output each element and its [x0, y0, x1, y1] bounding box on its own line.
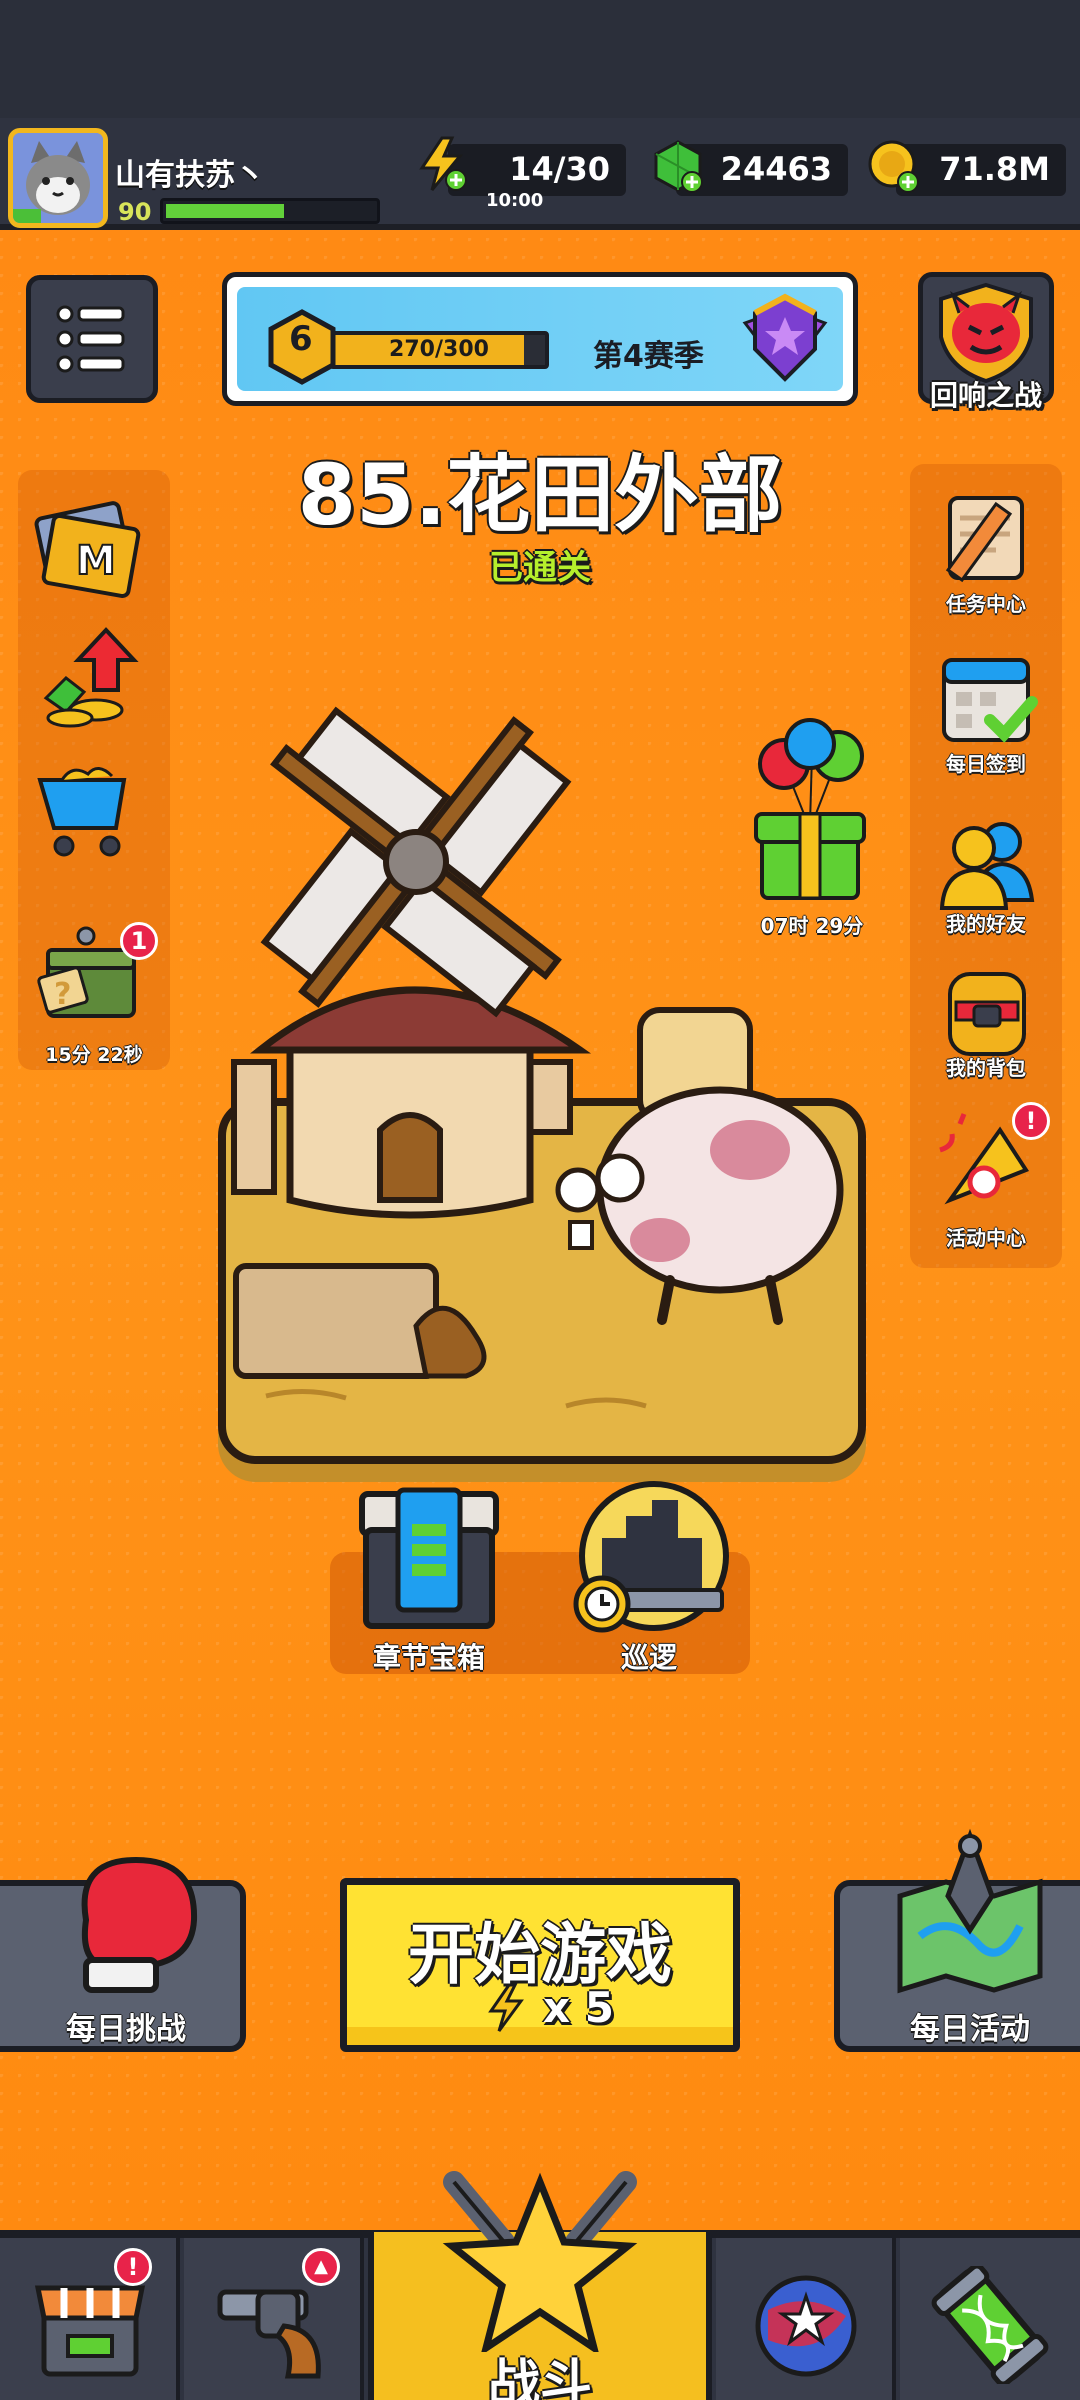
- season-panel[interactable]: 270/300 6 第4赛季: [222, 272, 858, 406]
- revolver-icon: [217, 2289, 321, 2379]
- energy-cost-icon: [488, 1983, 524, 2032]
- gold-coin-icon[interactable]: [866, 138, 922, 194]
- energy-timer: 10:00: [486, 190, 544, 211]
- green-gem-icon[interactable]: [650, 138, 706, 194]
- energy-value: 14/30: [509, 150, 610, 188]
- cart-icon[interactable]: [32, 760, 142, 870]
- bottom-nav: ! ▲ 战斗: [0, 2171, 1080, 2400]
- activity-center-badge: !: [1012, 1102, 1050, 1140]
- nav-battle-label: 战斗: [487, 2355, 592, 2400]
- chapter-chest-label: 章节宝箱: [372, 1641, 485, 1674]
- calendar-check-icon[interactable]: [932, 644, 1042, 754]
- list-menu-icon: [56, 305, 125, 373]
- patrol-label: 巡逻: [620, 1641, 677, 1674]
- player-avatar[interactable]: [8, 128, 108, 228]
- nav-battle[interactable]: 战斗: [368, 2171, 712, 2400]
- demon-shield-icon: [939, 282, 1033, 384]
- nav-shop[interactable]: !: [0, 2238, 180, 2400]
- gift-timer: 07时 29分: [760, 914, 864, 938]
- patrol-icon[interactable]: [568, 1480, 734, 1636]
- energy-bolt-icon[interactable]: [414, 136, 470, 192]
- boxing-glove-icon: [81, 1856, 198, 1993]
- activity-center-label: 活动中心: [946, 1226, 1026, 1250]
- supply-timer: 15分 22秒: [45, 1044, 143, 1066]
- echo-battle-label: 回响之战: [929, 379, 1042, 412]
- nav-evolution[interactable]: [900, 2238, 1080, 2400]
- daily-challenge-button[interactable]: 每日挑战: [0, 1856, 246, 2052]
- scroll-quest-icon[interactable]: [930, 484, 1040, 594]
- daily-activity-button[interactable]: 每日活动: [834, 1828, 1080, 2052]
- menu-button[interactable]: [26, 275, 158, 403]
- dna-capsule-icon: [931, 2266, 1049, 2384]
- backpack-icon[interactable]: [932, 954, 1042, 1064]
- hamster-boss-icon: [555, 1007, 844, 1325]
- player-level: 90: [118, 198, 152, 226]
- svg-text:M: M: [76, 538, 116, 584]
- coin-value: 71.8M: [939, 150, 1050, 188]
- player-name: 山有扶苏丶: [115, 158, 265, 193]
- cat-avatar-icon: [13, 133, 103, 223]
- player-xp-bar: [160, 198, 380, 224]
- nav-weapons[interactable]: ▲: [184, 2238, 364, 2400]
- player-xp-fill: [166, 204, 284, 218]
- season-progress-text: 270/300: [389, 337, 489, 362]
- season-level: 6: [289, 319, 313, 359]
- m-pass-card-icon[interactable]: M: [34, 496, 144, 606]
- nav-talent[interactable]: [716, 2238, 896, 2400]
- friends-label: 我的好友: [946, 912, 1026, 936]
- treasure-map-icon: [897, 1828, 1043, 1994]
- star-orb-icon: [755, 2275, 857, 2377]
- start-game-label: 开始游戏: [408, 1916, 672, 1993]
- start-game-cost: x 5: [543, 1983, 614, 2032]
- status-strip: [0, 0, 1080, 118]
- chapter-chest-icon[interactable]: [354, 1484, 504, 1632]
- energy-counter[interactable]: 14/30: [448, 144, 626, 196]
- gift-balloon-icon[interactable]: [748, 714, 876, 914]
- friends-icon[interactable]: [932, 808, 1042, 918]
- backpack-label: 我的背包: [946, 1056, 1026, 1080]
- season-rank-emblem-icon: [742, 293, 828, 382]
- start-game-button[interactable]: 开始游戏 x 5: [340, 1878, 740, 2052]
- svg-text:?: ?: [54, 977, 71, 1012]
- gem-value: 24463: [720, 150, 832, 188]
- season-panel-inner: 270/300 6 第4赛季: [237, 287, 843, 391]
- quest-center-label: 任务中心: [946, 592, 1026, 616]
- growth-fund-icon[interactable]: [36, 620, 146, 730]
- battle-star-icon: [442, 2171, 638, 2352]
- season-progress-bar: 270/300: [329, 331, 549, 369]
- daily-challenge-label: 每日挑战: [66, 2012, 186, 2047]
- daily-checkin-label: 每日签到: [946, 752, 1026, 776]
- nav-weapons-badge: ▲: [302, 2248, 340, 2286]
- nav-shop-badge: !: [114, 2248, 152, 2286]
- daily-activity-label: 每日活动: [910, 2012, 1030, 2047]
- supply-badge: 1: [120, 922, 158, 960]
- season-label: 第4赛季: [593, 339, 704, 374]
